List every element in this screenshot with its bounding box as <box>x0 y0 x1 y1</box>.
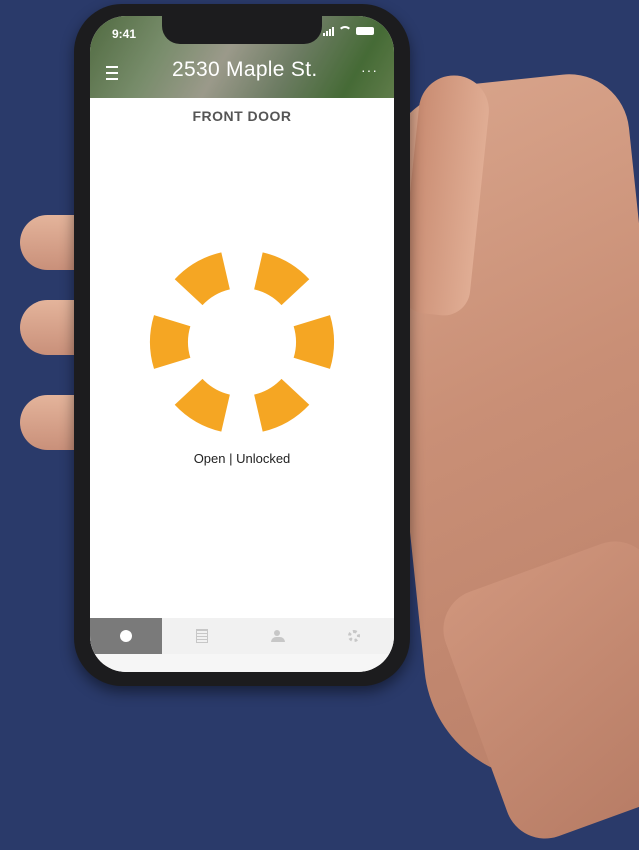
tab-users[interactable] <box>242 618 314 654</box>
lock-toggle-button[interactable] <box>140 240 344 444</box>
users-icon <box>271 630 285 642</box>
address-title: 2530 Maple St. <box>172 58 318 81</box>
dot-icon <box>120 630 132 642</box>
lock-ring-segment <box>254 252 310 306</box>
lock-ring-segment <box>293 315 334 369</box>
signal-icon <box>323 26 334 36</box>
status-icons <box>323 26 374 36</box>
phone-frame: 9:41 2530 Maple St. ··· FRONT DOOR Open … <box>74 4 410 686</box>
tab-history[interactable] <box>166 618 238 654</box>
tab-bar <box>90 618 394 654</box>
lock-ring-segment <box>174 378 230 432</box>
gear-icon <box>348 630 360 642</box>
lock-ring-segment <box>254 378 310 432</box>
tab-lock[interactable] <box>90 618 162 654</box>
status-time: 9:41 <box>112 27 137 41</box>
tab-settings[interactable] <box>318 618 390 654</box>
more-dots-icon[interactable]: ··· <box>361 62 378 78</box>
device-name: FRONT DOOR <box>192 108 292 124</box>
battery-icon <box>356 27 374 35</box>
wifi-icon <box>338 26 352 36</box>
phone-screen: 9:41 2530 Maple St. ··· FRONT DOOR Open … <box>90 16 394 672</box>
lock-ring-segment <box>174 252 230 306</box>
lock-status-text: Open | Unlocked <box>193 451 291 466</box>
hamburger-menu-icon[interactable] <box>106 66 118 80</box>
phone-notch <box>162 16 322 44</box>
list-icon <box>196 629 208 643</box>
home-indicator-area <box>90 654 394 672</box>
lock-ring-segment <box>150 315 191 369</box>
